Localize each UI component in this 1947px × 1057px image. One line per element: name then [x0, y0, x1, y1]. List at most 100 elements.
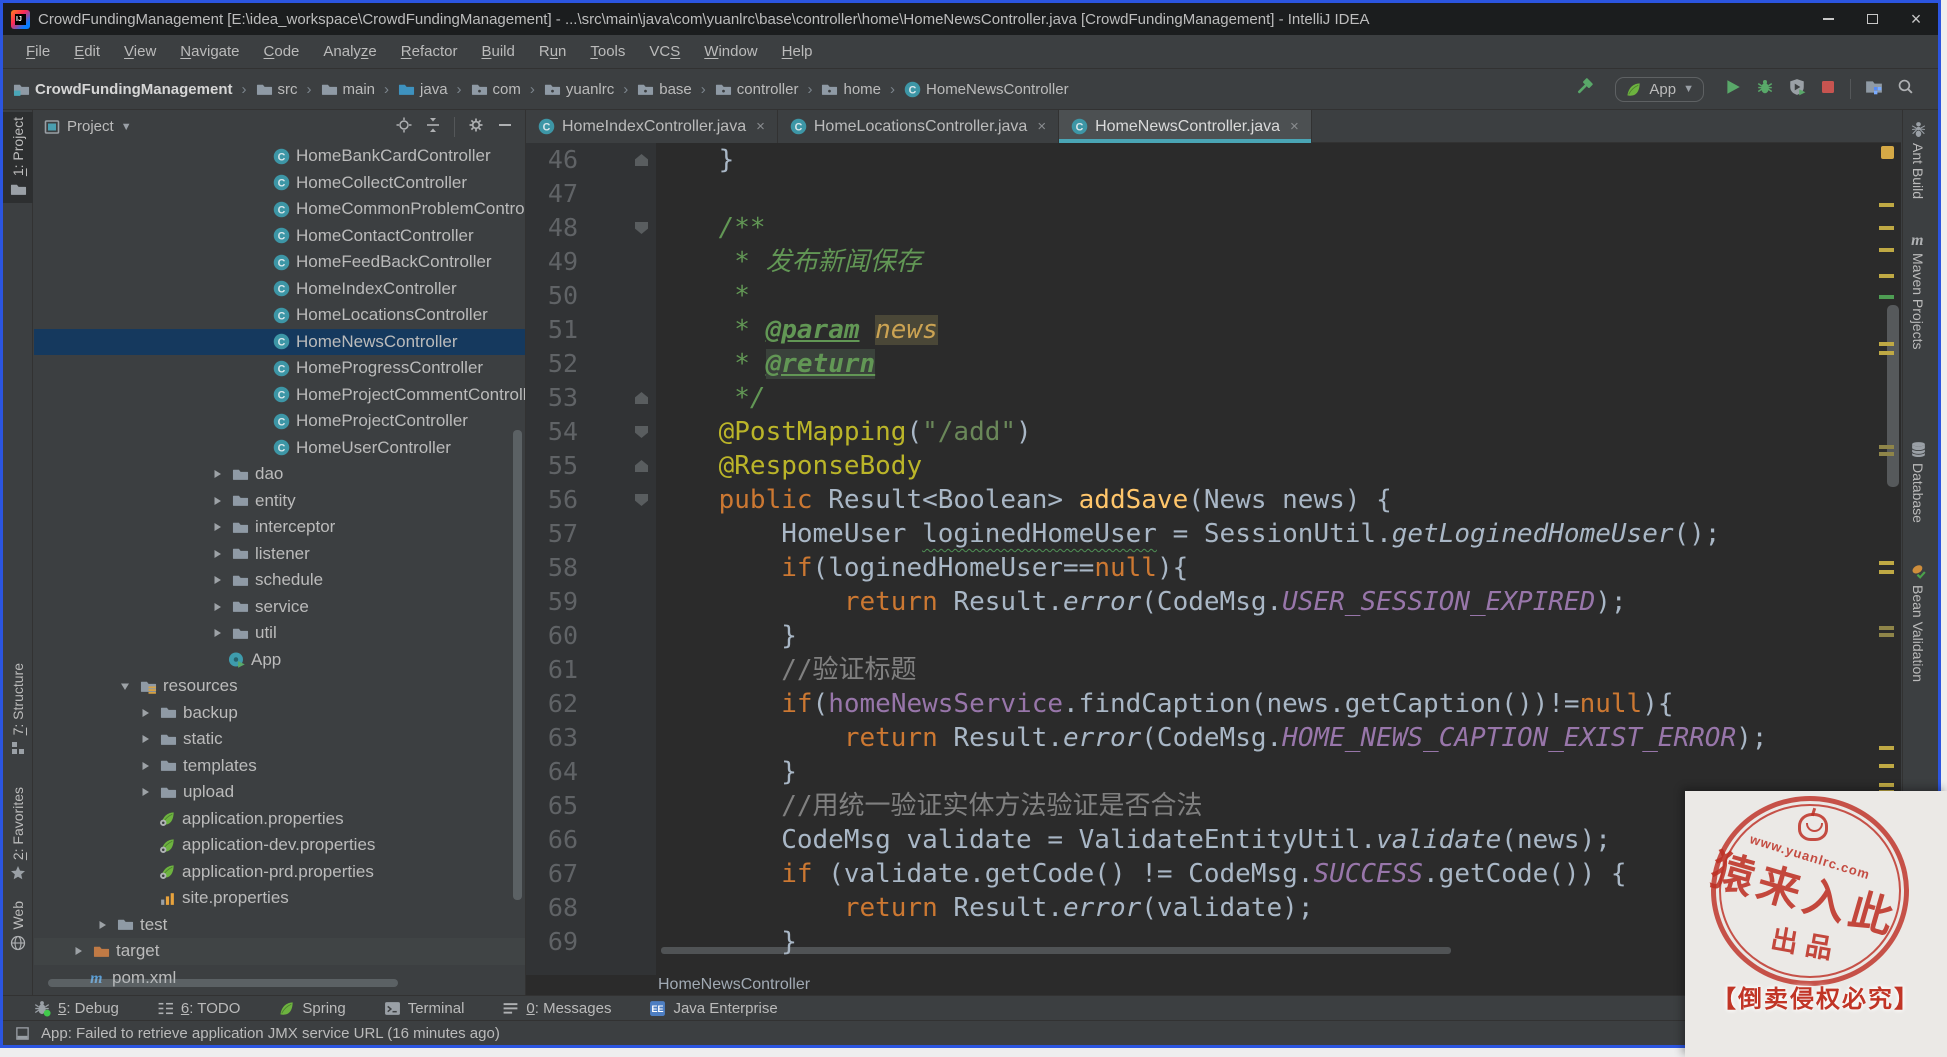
toolwindow-projects-button[interactable] [1865, 78, 1883, 101]
menu-file[interactable]: File [15, 40, 61, 63]
tree-horizontal-scrollbar[interactable] [48, 979, 398, 987]
code-line-52[interactable]: 52 * @return [526, 347, 1901, 381]
tree-item-target[interactable]: target [34, 938, 525, 965]
code-line-46[interactable]: 46 } [526, 143, 1901, 177]
breadcrumb-item-yuanlrc[interactable]: yuanlrc [544, 81, 614, 98]
chevron-collapsed-icon[interactable] [208, 522, 226, 532]
breadcrumb-item-base[interactable]: base [637, 81, 692, 98]
code-line-48[interactable]: 48 /** [526, 211, 1901, 245]
tree-item-templates[interactable]: templates [34, 753, 525, 780]
tree-item-entity[interactable]: entity [34, 488, 525, 515]
editor-tab-homenewscontroller-java[interactable]: C HomeNewsController.java × [1059, 110, 1312, 143]
toolwindow-button-spring[interactable]: Spring [278, 1000, 346, 1017]
inspections-indicator[interactable] [1881, 146, 1894, 159]
tree-item-homecommonproblemcontroller[interactable]: C HomeCommonProblemController [34, 196, 525, 223]
code-line-60[interactable]: 60 } [526, 619, 1901, 653]
toolwindow-toggle-icon[interactable] [15, 1026, 30, 1041]
code-line-62[interactable]: 62 if(homeNewsService.findCaption(news.g… [526, 687, 1901, 721]
toolwindow-tab-database[interactable]: Database [1903, 436, 1933, 528]
close-tab-icon[interactable]: × [1037, 118, 1046, 135]
chevron-collapsed-icon[interactable] [208, 628, 226, 638]
toolwindow-tab-antbuild[interactable]: Ant Build [1903, 116, 1933, 204]
code-line-59[interactable]: 59 return Result.error(CodeMsg.USER_SESS… [526, 585, 1901, 619]
build-button[interactable] [1573, 77, 1595, 102]
chevron-collapsed-icon[interactable] [208, 469, 226, 479]
minimize-button[interactable] [1806, 3, 1850, 35]
tree-item-homefeedbackcontroller[interactable]: C HomeFeedBackController [34, 249, 525, 276]
tree-item-application-dev.properties[interactable]: application-dev.properties [34, 832, 525, 859]
code-line-61[interactable]: 61 //验证标题 [526, 653, 1901, 687]
breadcrumb-item-java[interactable]: java [398, 81, 448, 98]
run-button[interactable] [1724, 78, 1742, 101]
tree-item-homenewscontroller[interactable]: C HomeNewsController [34, 328, 525, 355]
tree-item-upload[interactable]: upload [34, 779, 525, 806]
fold-marker-icon[interactable] [635, 494, 648, 506]
chevron-expanded-icon[interactable] [116, 681, 134, 691]
menu-run[interactable]: Run [528, 40, 578, 63]
tree-item-resources[interactable]: resources [34, 673, 525, 700]
stop-button[interactable] [1820, 79, 1836, 100]
toolwindow-button-messages[interactable]: 0: Messages [502, 1000, 611, 1017]
toolwindow-tab-structure[interactable]: 7: Structure [3, 658, 33, 761]
run-configuration-dropdown[interactable]: App ▼ [1615, 76, 1704, 102]
editor-tab-homeindexcontroller-java[interactable]: C HomeIndexController.java × [526, 110, 778, 143]
toolwindow-tab-mavenprojects[interactable]: m Maven Projects [1903, 226, 1933, 354]
fold-marker-icon[interactable] [635, 460, 648, 472]
menu-window[interactable]: Window [693, 40, 768, 63]
settings-button[interactable] [468, 117, 484, 137]
menu-build[interactable]: Build [470, 40, 525, 63]
code-line-55[interactable]: 55 @ResponseBody [526, 449, 1901, 483]
code-line-50[interactable]: 50 * [526, 279, 1901, 313]
editor-tab-homelocationscontroller-java[interactable]: C HomeLocationsController.java × [777, 110, 1060, 143]
menu-vcs[interactable]: VCS [638, 40, 691, 63]
breadcrumb-item-crowdfundingmanagement[interactable]: CrowdFundingManagement [13, 81, 233, 98]
chevron-collapsed-icon[interactable] [136, 734, 154, 744]
debug-button[interactable] [1756, 78, 1774, 101]
fold-marker-icon[interactable] [635, 154, 648, 166]
editor-vertical-scrollbar[interactable] [1887, 305, 1899, 487]
close-tab-icon[interactable]: × [756, 118, 765, 135]
close-tab-icon[interactable]: × [1290, 118, 1299, 135]
tree-item-homecontactcontroller[interactable]: C HomeContactController [34, 223, 525, 250]
run-with-coverage-button[interactable] [1788, 78, 1806, 101]
tree-item-test[interactable]: test [34, 912, 525, 939]
tree-item-static[interactable]: static [34, 726, 525, 753]
tree-item-pom.xml[interactable]: m pom.xml [34, 965, 525, 992]
menu-tools[interactable]: Tools [579, 40, 636, 63]
chevron-collapsed-icon[interactable] [136, 787, 154, 797]
code-line-57[interactable]: 57 HomeUser loginedHomeUser = SessionUti… [526, 517, 1901, 551]
chevron-collapsed-icon[interactable] [93, 920, 111, 930]
code-line-64[interactable]: 64 } [526, 755, 1901, 789]
menu-navigate[interactable]: Navigate [169, 40, 250, 63]
collapse-all-button[interactable] [425, 117, 441, 137]
close-button[interactable]: × [1894, 3, 1938, 35]
code-line-63[interactable]: 63 return Result.error(CodeMsg.HOME_NEWS… [526, 721, 1901, 755]
tree-item-application.properties[interactable]: application.properties [34, 806, 525, 833]
code-line-47[interactable]: 47 [526, 177, 1901, 211]
tree-item-homeprogresscontroller[interactable]: C HomeProgressController [34, 355, 525, 382]
fold-marker-icon[interactable] [635, 426, 648, 438]
tree-item-schedule[interactable]: schedule [34, 567, 525, 594]
tree-item-homeprojectcommentcontroller[interactable]: C HomeProjectCommentController [34, 382, 525, 409]
tree-item-interceptor[interactable]: interceptor [34, 514, 525, 541]
tree-item-backup[interactable]: backup [34, 700, 525, 727]
toolwindow-button-javaenterprise[interactable]: EE Java Enterprise [649, 1000, 778, 1017]
menu-code[interactable]: Code [253, 40, 311, 63]
toolwindow-button-todo[interactable]: 6: TODO [157, 1000, 240, 1017]
breadcrumb-item-com[interactable]: com [471, 81, 521, 98]
breadcrumb-item-home[interactable]: home [821, 81, 881, 98]
tree-item-homelocationscontroller[interactable]: C HomeLocationsController [34, 302, 525, 329]
code-line-49[interactable]: 49 * 发布新闻保存 [526, 245, 1901, 279]
tree-vertical-scrollbar[interactable] [513, 430, 522, 900]
menu-edit[interactable]: Edit [63, 40, 111, 63]
tree-item-homebankcardcontroller[interactable]: C HomeBankCardController [34, 143, 525, 170]
code-line-58[interactable]: 58 if(loginedHomeUser==null){ [526, 551, 1901, 585]
chevron-collapsed-icon[interactable] [208, 549, 226, 559]
hide-button[interactable] [497, 117, 513, 137]
menu-analyze[interactable]: Analyze [312, 40, 387, 63]
toolwindow-tab-beanvalidation[interactable]: Bean Validation [1903, 558, 1933, 687]
tree-item-homeprojectcontroller[interactable]: C HomeProjectController [34, 408, 525, 435]
tree-item-service[interactable]: service [34, 594, 525, 621]
chevron-collapsed-icon[interactable] [136, 708, 154, 718]
breadcrumb-item-homenewscontroller[interactable]: C HomeNewsController [904, 81, 1069, 98]
